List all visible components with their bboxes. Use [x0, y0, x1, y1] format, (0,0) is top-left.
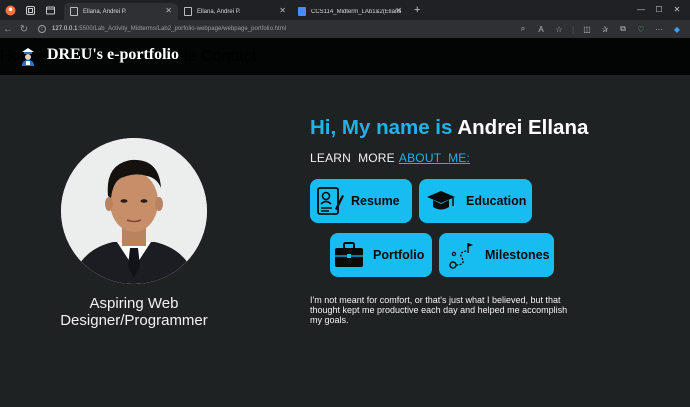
- workspaces-icon[interactable]: [20, 0, 40, 20]
- graduation-cap-icon: [427, 191, 455, 210]
- tab-1[interactable]: Ellana, Andrei P. ✕: [64, 3, 178, 20]
- tab-title: CCS114_Midterm_LAb1&2(Ellana: [311, 8, 401, 15]
- person-name: Andrei Ellana: [457, 116, 589, 139]
- education-button[interactable]: Education: [419, 179, 532, 223]
- back-icon[interactable]: ←: [0, 24, 16, 35]
- greeting-heading: Hi, My name is Andrei Ellana: [310, 116, 588, 140]
- resume-icon: [317, 187, 344, 215]
- close-icon[interactable]: ✕: [165, 6, 172, 15]
- learn-more-text: LEARN MORE: [310, 151, 395, 165]
- nav-contact[interactable]: Contact: [201, 48, 256, 65]
- profile-photo: [61, 138, 207, 284]
- logo-icon: [20, 46, 36, 66]
- tab-strip: Ellana, Andrei P. ✕ Ellana, Andrei P. ✕ …: [0, 0, 690, 20]
- tab-title: Ellana, Andrei P.: [83, 8, 127, 15]
- document-icon: [298, 7, 306, 16]
- tab-3[interactable]: CCS114_Midterm_LAb1&2(Ellana ✕: [292, 3, 408, 20]
- resume-label: Resume: [351, 194, 400, 208]
- tab-title: Ellana, Andrei P.: [197, 8, 241, 15]
- new-tab-icon[interactable]: +: [414, 4, 420, 16]
- portfolio-button[interactable]: Portfolio: [330, 233, 432, 277]
- tab-2[interactable]: Ellana, Andrei P. ✕: [178, 3, 292, 20]
- milestone-path-icon: [449, 243, 473, 269]
- greeting-prefix: Hi, My name is: [310, 116, 453, 139]
- milestones-label: Milestones: [485, 248, 550, 262]
- read-aloud-icon[interactable]: A: [532, 25, 550, 34]
- close-icon[interactable]: ✕: [279, 6, 286, 15]
- motto-text: I'm not meant for comfort, or that's jus…: [310, 295, 568, 325]
- site-header: DREU's e-portfolio Home Skills Projects …: [0, 38, 690, 75]
- favorite-star-icon[interactable]: ☆: [550, 25, 568, 34]
- education-label: Education: [466, 194, 527, 208]
- extension-icon[interactable]: ♡: [632, 25, 650, 34]
- page-icon: [70, 7, 78, 16]
- maximize-icon[interactable]: ☐: [650, 0, 668, 20]
- info-icon[interactable]: i: [38, 25, 46, 33]
- profile-icon[interactable]: [0, 0, 20, 20]
- resume-button[interactable]: Resume: [310, 179, 412, 223]
- about-me-link[interactable]: ABOUT ME:: [399, 151, 470, 165]
- portfolio-page: DREU's e-portfolio Home Skills Projects …: [0, 38, 690, 407]
- portfolio-label: Portfolio: [373, 248, 425, 262]
- reload-icon[interactable]: ↻: [16, 24, 32, 35]
- split-screen-icon[interactable]: ◫: [578, 25, 596, 34]
- url-path: :5500/Lab_Activity_Midterms/Lab2_porfoli…: [77, 26, 287, 32]
- minimize-icon[interactable]: —: [632, 0, 650, 20]
- briefcase-icon: [335, 242, 363, 267]
- page-icon: [184, 7, 192, 16]
- role-text: Aspiring Web Designer/Programmer: [60, 295, 208, 329]
- zoom-icon[interactable]: ⌕: [514, 24, 532, 34]
- toolbar-icons: ⌕ A ☆ | ◫ ✰ ⧉ ♡ ··· ◆: [514, 20, 686, 38]
- learn-more-line: LEARN MORE ABOUT ME:: [310, 151, 470, 165]
- url-host: 127.0.0.1: [52, 26, 78, 32]
- close-window-icon[interactable]: ✕: [668, 0, 686, 20]
- address-bar: ← ↻ i 127.0.0.1:5500/Lab_Activity_Midter…: [0, 20, 690, 38]
- more-icon[interactable]: ···: [650, 25, 668, 34]
- tab-actions-icon[interactable]: [40, 0, 60, 20]
- browser-window: Ellana, Andrei P. ✕ Ellana, Andrei P. ✕ …: [0, 0, 690, 407]
- site-title[interactable]: DREU's e-portfolio: [47, 46, 179, 64]
- favorites-icon[interactable]: ✰: [596, 25, 614, 34]
- url-field[interactable]: i 127.0.0.1:5500/Lab_Activity_Midterms/L…: [38, 22, 286, 36]
- close-icon[interactable]: ✕: [395, 6, 402, 15]
- window-controls: — ☐ ✕: [632, 0, 686, 20]
- divider: |: [571, 24, 575, 34]
- copilot-icon[interactable]: ◆: [668, 25, 686, 34]
- milestones-button[interactable]: Milestones: [439, 233, 554, 277]
- collections-icon[interactable]: ⧉: [614, 24, 632, 34]
